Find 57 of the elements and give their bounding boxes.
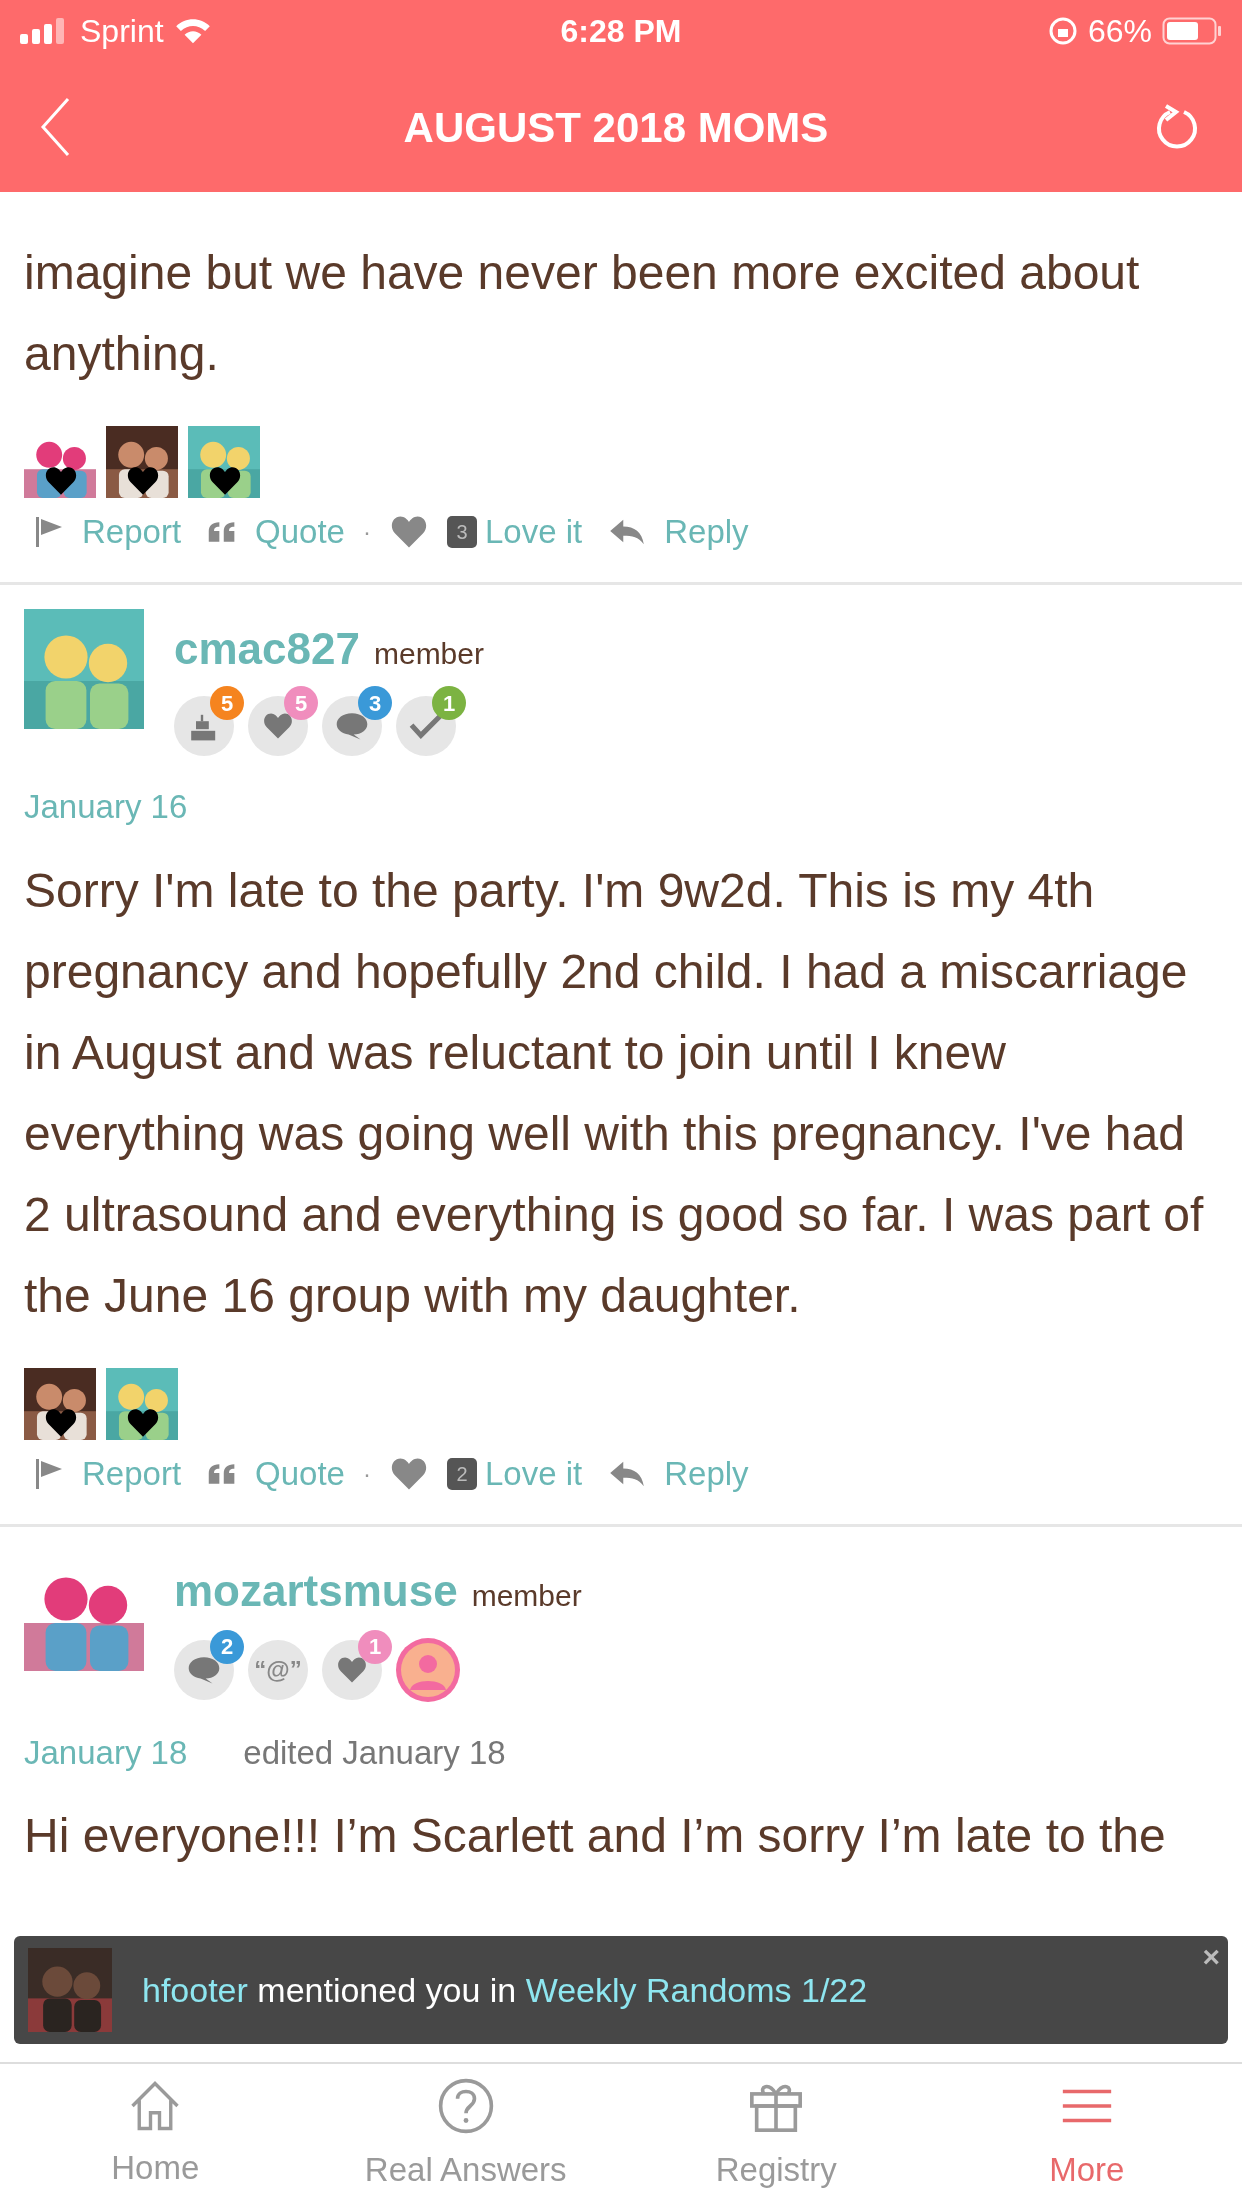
carrier-name: Sprint [80,12,164,51]
heart-icon [44,466,78,496]
heart-icon [208,466,242,496]
flag-icon [34,515,64,549]
heart-icon [44,1407,78,1438]
count-badge: 2 [210,1629,244,1664]
battery-icon [1162,17,1222,45]
count-badge: 5 [210,686,244,720]
report-link[interactable]: Report [82,1448,182,1499]
username-link[interactable]: mozartsmuse [174,1568,458,1613]
rotation-lock-icon [1047,16,1078,46]
flag-icon [34,1456,64,1491]
tab-bar-item[interactable]: More [931,2064,1242,2208]
love-it-link[interactable]: Love it [484,1448,583,1499]
heart-icon [126,466,160,496]
count-badge: 1 [358,1629,392,1664]
page-title: AUGUST 2018 MOMS [402,102,830,153]
post-date: January 16 [24,787,188,827]
speech-bubble-icon [187,1654,221,1685]
post-text: Sorry I'm late to the party. I'm 9w2d. This is my 4th pregnancy and hopefully 2nd child. I had a miscarriage in August and was reluctant to join until I knew everything was going well with this pregnancy. I've had 2 ultrasound and everything is good so far. I was part of the June 16 group with my daughter. [24,862,1205,1324]
mention-toast[interactable]: hfooter mentioned you in Weekly Randoms 1/22 × [14,1936,1228,2044]
tab-bar-item[interactable]: Registry [621,2064,932,2208]
heart-icon [263,712,293,740]
count-badge: 1 [432,686,466,720]
heart-icon [126,1407,160,1438]
love-count: 3 [446,516,477,548]
tab-bar-item[interactable]: Real Answers [310,2064,621,2208]
report-link[interactable]: Report [82,507,182,557]
post-text: Hi everyone!!! I’m Scarlett and I’m sorry I’m late to the [24,1808,1167,1864]
wifi-icon [173,17,212,45]
quote-link[interactable]: Quote [255,507,345,557]
mention-text: hfooter mentioned you in Weekly Randoms 1/22 [142,1969,868,2011]
speech-bubble-icon [335,711,369,741]
close-button[interactable]: × [1202,1942,1220,1972]
post-text: imagine but we have never been more excited about anything. [24,245,1141,382]
separator-dot: · [362,517,371,547]
love-count: 2 [446,1457,477,1490]
separator-dot: · [362,1458,371,1489]
help-icon [436,2077,495,2136]
heart-icon [337,1655,367,1684]
clock-time: 6:28 PM [560,12,682,51]
at-sign-label: “@” [254,1657,302,1682]
reply-link[interactable]: Reply [664,507,749,557]
count-badge: 3 [358,686,392,720]
checkmark-icon [409,713,443,739]
reply-arrow-icon [608,518,647,546]
member-role: member [373,636,484,672]
battery-percent: 66% [1087,12,1152,51]
count-badge: 5 [284,686,318,720]
tab-bar-item[interactable]: Home [0,2064,311,2208]
love-it-link[interactable]: Love it [484,507,583,557]
member-role: member [471,1577,582,1614]
edited-date: edited January 18 [243,1732,506,1773]
post-date: January 18 [24,1732,188,1773]
reply-link[interactable]: Reply [664,1448,749,1499]
quote-link[interactable]: Quote [255,1448,345,1499]
username-link[interactable]: cmac827 [174,627,360,671]
